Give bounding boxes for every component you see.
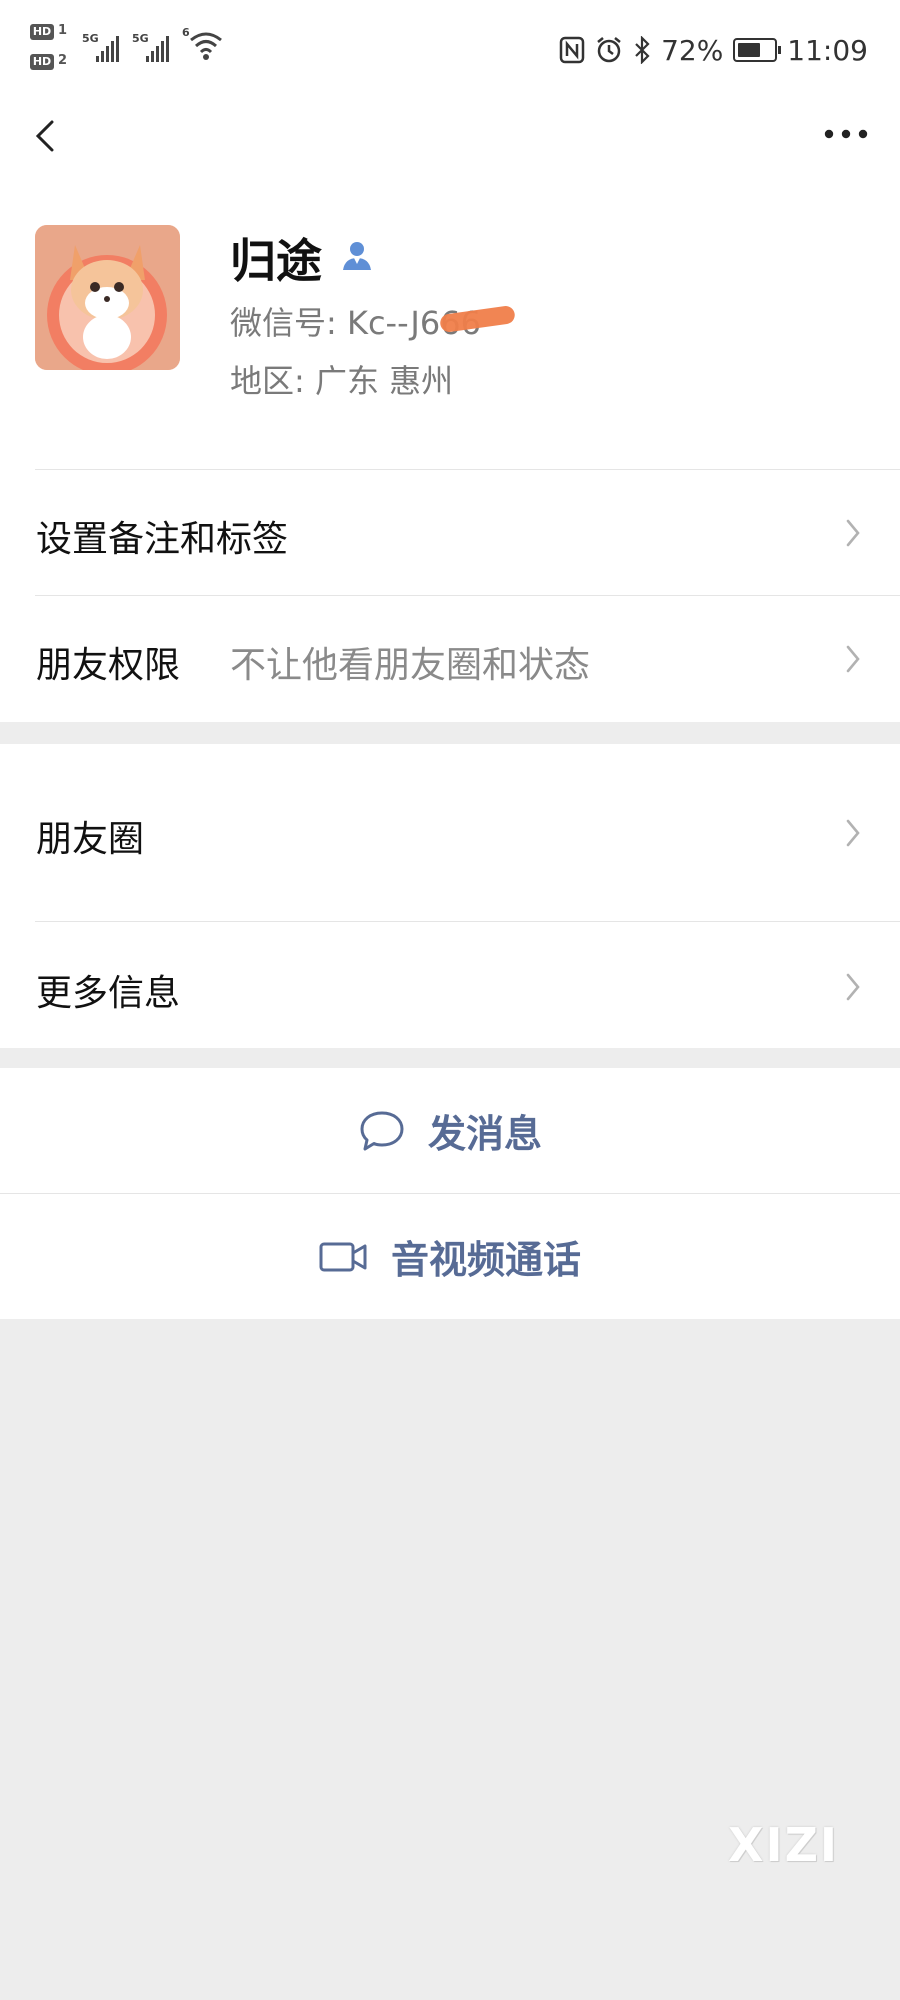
bluetooth-icon bbox=[635, 36, 650, 64]
more-info-label: 更多信息 bbox=[36, 973, 181, 1014]
sim2-badge: HD bbox=[30, 54, 54, 70]
friend-permission-label: 朋友权限 bbox=[36, 645, 181, 686]
contact-person-icon bbox=[343, 242, 371, 270]
sim1-number: 1 bbox=[58, 23, 68, 38]
avatar[interactable] bbox=[35, 225, 180, 370]
signal-bars-2-icon bbox=[146, 36, 169, 62]
remark-tags-label: 设置备注和标签 bbox=[36, 519, 289, 560]
chat-bubble-icon bbox=[360, 1111, 404, 1150]
friend-permission-value: 不让他看朋友圈和状态 bbox=[230, 645, 591, 686]
sim1-badge: HD bbox=[30, 24, 54, 40]
alarm-icon bbox=[597, 37, 621, 63]
chevron-right-icon bbox=[846, 645, 860, 673]
signal-bars-1-icon bbox=[96, 36, 119, 62]
more-dots-icon[interactable] bbox=[822, 124, 870, 144]
voice-video-call-button[interactable]: 音视频通话 bbox=[0, 1194, 900, 1319]
friend-permission-cell[interactable]: 朋友权限 不让他看朋友圈和状态 bbox=[0, 596, 900, 722]
profile-name: 归途 bbox=[230, 234, 322, 288]
video-camera-icon bbox=[319, 1242, 367, 1271]
region: 地区: 广东 惠州 bbox=[230, 362, 454, 400]
nav-bar bbox=[0, 100, 900, 170]
status-bar: HD 1 HD 2 5G 5G 6 72% 11:09 bbox=[0, 0, 900, 100]
chevron-right-icon bbox=[846, 819, 860, 847]
remark-tags-cell[interactable]: 设置备注和标签 bbox=[0, 470, 900, 596]
watermark-logo: XIZI bbox=[728, 1818, 840, 1872]
clock-time: 11:09 bbox=[787, 33, 868, 67]
voice-video-call-label: 音视频通话 bbox=[390, 1238, 581, 1282]
send-message-button[interactable]: 发消息 bbox=[0, 1068, 900, 1193]
sim2-number: 2 bbox=[58, 53, 68, 68]
fox-avatar-image bbox=[35, 225, 180, 370]
nfc-icon bbox=[559, 36, 585, 64]
status-right-group: 72% 11:09 bbox=[559, 28, 868, 72]
wifi-icon bbox=[190, 32, 222, 60]
chevron-right-icon bbox=[846, 519, 860, 547]
chevron-right-icon bbox=[846, 973, 860, 1001]
chevron-left-icon[interactable] bbox=[28, 108, 68, 164]
send-message-label: 发消息 bbox=[427, 1112, 542, 1156]
profile-header: 归途 微信号: Kc--J666 地区: 广东 惠州 bbox=[0, 170, 900, 470]
moments-cell[interactable]: 朋友圈 bbox=[0, 744, 900, 922]
battery-percent: 72% bbox=[661, 33, 724, 67]
battery-icon bbox=[733, 38, 782, 62]
moments-label: 朋友圈 bbox=[36, 819, 145, 860]
more-info-cell[interactable]: 更多信息 bbox=[0, 922, 900, 1048]
